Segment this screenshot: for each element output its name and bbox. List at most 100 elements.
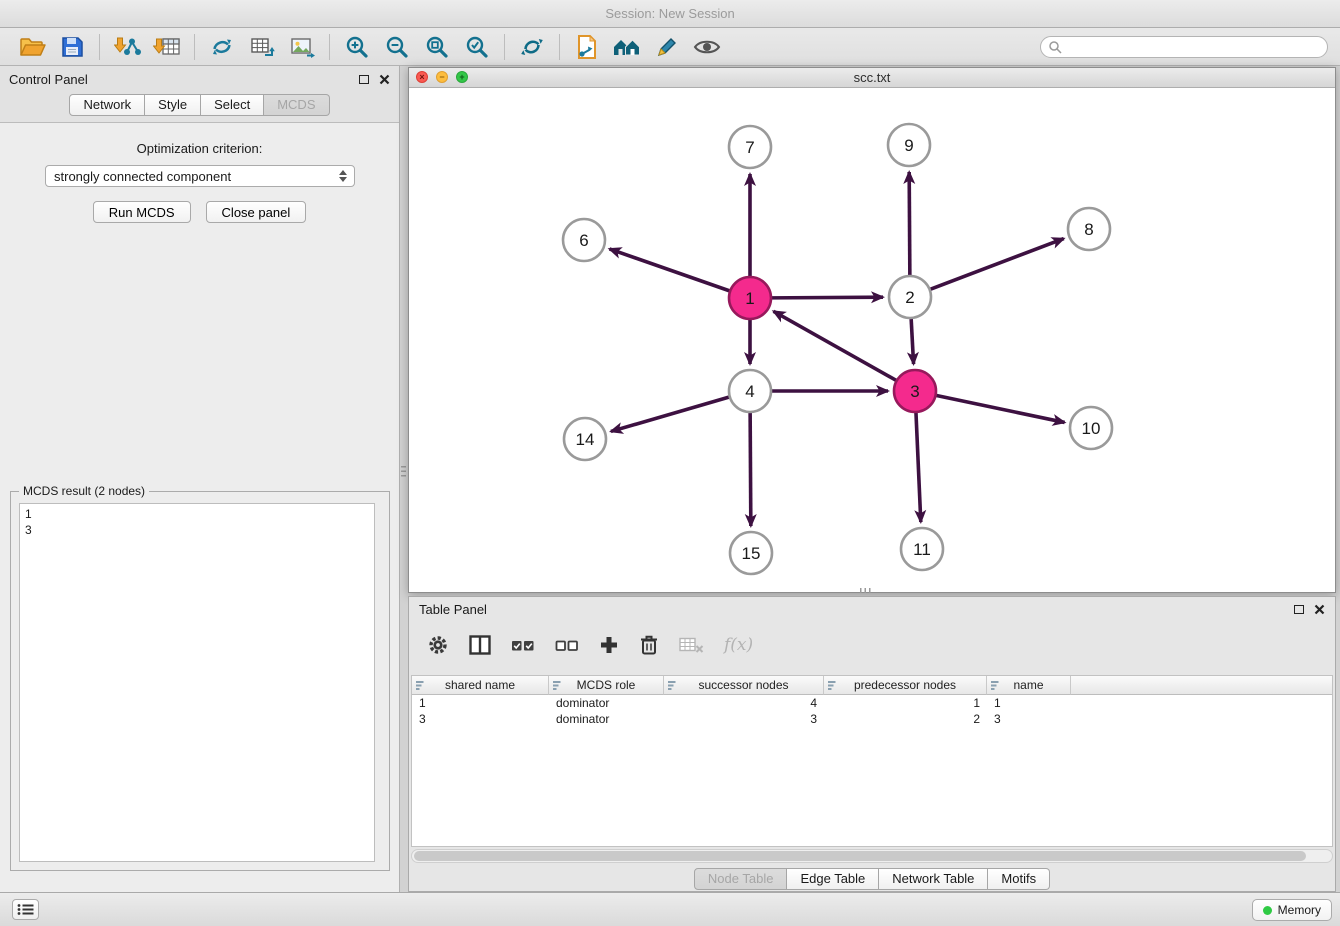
close-panel-button[interactable]: Close panel — [206, 201, 307, 223]
graph-node-6[interactable]: 6 — [563, 219, 605, 261]
cell-successor_nodes[interactable]: 4 — [664, 695, 824, 711]
graph-node-11[interactable]: 11 — [901, 528, 943, 570]
paint-style-button[interactable] — [647, 31, 687, 63]
import-table-button[interactable] — [147, 31, 187, 63]
graph-node-3[interactable]: 3 — [894, 370, 936, 412]
memory-button[interactable]: Memory — [1252, 899, 1332, 921]
function-builder-button[interactable]: f(x) — [724, 635, 753, 655]
column-header-successor_nodes[interactable]: successor nodes — [664, 676, 824, 695]
select-all-columns-button[interactable] — [511, 638, 535, 653]
tab-motifs[interactable]: Motifs — [988, 868, 1050, 890]
graph-edge-4-15[interactable] — [750, 413, 751, 526]
zoom-out-icon — [385, 35, 409, 59]
cell-mcds_role[interactable]: dominator — [549, 695, 664, 711]
export-image-button[interactable] — [282, 31, 322, 63]
graph-node-1[interactable]: 1 — [729, 277, 771, 319]
table-horizontal-scrollbar[interactable] — [411, 849, 1333, 863]
split-columns-button[interactable] — [469, 635, 491, 655]
add-column-button[interactable] — [599, 635, 619, 655]
network-canvas[interactable]: 7 9 6 8 1 2 4 3 14 10 15 11 — [409, 89, 1335, 593]
scrollbar-thumb[interactable] — [414, 851, 1306, 861]
graph-node-label: 1 — [745, 289, 754, 308]
graph-edge-1-2[interactable] — [772, 297, 883, 298]
close-traffic-light[interactable]: × — [416, 71, 428, 83]
graph-edge-2-3[interactable] — [911, 319, 913, 364]
cell-successor_nodes[interactable]: 3 — [664, 711, 824, 727]
control-panel-tabs: NetworkStyleSelectMCDS — [0, 93, 399, 122]
graph-node-2[interactable]: 2 — [889, 276, 931, 318]
optimization-criterion-select[interactable]: strongly connected component — [45, 165, 355, 187]
cell-name[interactable]: 1 — [987, 695, 1071, 711]
graph-edge-2-9[interactable] — [909, 172, 910, 275]
show-details-button[interactable] — [687, 31, 727, 63]
splitter-grip-vertical[interactable] — [401, 466, 406, 478]
splitter-grip-horizontal[interactable] — [860, 588, 872, 593]
tab-select[interactable]: Select — [201, 94, 264, 116]
graph-node-10[interactable]: 10 — [1070, 407, 1112, 449]
graph-edge-2-8[interactable] — [931, 239, 1064, 290]
unselect-all-columns-button[interactable] — [555, 638, 579, 653]
graph-edge-3-11[interactable] — [916, 413, 921, 522]
tab-style[interactable]: Style — [145, 94, 201, 116]
zoom-in-button[interactable] — [337, 31, 377, 63]
float-panel-icon[interactable] — [359, 75, 369, 84]
mcds-result-text[interactable]: 13 — [19, 503, 375, 862]
graph-node-7[interactable]: 7 — [729, 126, 771, 168]
delete-column-button[interactable] — [639, 634, 659, 656]
cell-shared_name[interactable]: 1 — [412, 695, 549, 711]
close-panel-icon[interactable] — [379, 74, 390, 85]
memory-status-dot-icon — [1263, 906, 1272, 915]
graph-node-15[interactable]: 15 — [730, 532, 772, 574]
graph-node-8[interactable]: 8 — [1068, 208, 1110, 250]
graph-edge-3-1[interactable] — [774, 311, 896, 380]
close-panel-icon[interactable] — [1314, 604, 1325, 615]
run-mcds-button[interactable]: Run MCDS — [93, 201, 191, 223]
tab-network-table[interactable]: Network Table — [879, 868, 988, 890]
graph-node-14[interactable]: 14 — [564, 418, 606, 460]
graph-edge-3-10[interactable] — [937, 396, 1065, 423]
zoom-fit-button[interactable] — [417, 31, 457, 63]
tab-network[interactable]: Network — [69, 94, 145, 116]
graph-edge-4-14[interactable] — [611, 397, 729, 431]
zoom-out-button[interactable] — [377, 31, 417, 63]
table-row[interactable]: 1dominator411 — [412, 695, 1332, 711]
node-table: shared nameMCDS rolesuccessor nodesprede… — [411, 675, 1333, 847]
cell-predecessor_nodes[interactable]: 2 — [824, 711, 987, 727]
import-network-button[interactable] — [107, 31, 147, 63]
tab-node-table[interactable]: Node Table — [694, 868, 788, 890]
search-input[interactable] — [1067, 40, 1320, 54]
graph-node-4[interactable]: 4 — [729, 370, 771, 412]
graph-edge-1-6[interactable] — [609, 249, 729, 291]
task-history-button[interactable] — [12, 899, 39, 920]
network-window-title: scc.txt — [854, 70, 891, 85]
table-row[interactable]: 3dominator323 — [412, 711, 1332, 727]
network-graph[interactable]: 7 9 6 8 1 2 4 3 14 10 15 11 — [409, 89, 1335, 593]
cell-predecessor_nodes[interactable]: 1 — [824, 695, 987, 711]
first-neighbors-button[interactable] — [607, 31, 647, 63]
save-session-button[interactable] — [52, 31, 92, 63]
cell-shared_name[interactable]: 3 — [412, 711, 549, 727]
delete-table-button[interactable] — [679, 636, 704, 654]
column-header-predecessor_nodes[interactable]: predecessor nodes — [824, 676, 987, 695]
column-header-name[interactable]: name — [987, 676, 1071, 695]
minimize-traffic-light[interactable]: − — [436, 71, 448, 83]
graph-node-label: 3 — [910, 382, 919, 401]
zoom-selected-button[interactable] — [457, 31, 497, 63]
column-header-mcds_role[interactable]: MCDS role — [549, 676, 664, 695]
graph-node-9[interactable]: 9 — [888, 124, 930, 166]
search-box[interactable] — [1040, 36, 1328, 58]
graph-node-label: 7 — [745, 138, 754, 157]
cell-mcds_role[interactable]: dominator — [549, 711, 664, 727]
maximize-traffic-light[interactable]: + — [456, 71, 468, 83]
column-header-shared_name[interactable]: shared name — [412, 676, 549, 695]
new-network-button[interactable] — [202, 31, 242, 63]
open-file-button[interactable] — [12, 31, 52, 63]
export-network-button[interactable] — [567, 31, 607, 63]
refresh-layout-button[interactable] — [512, 31, 552, 63]
float-panel-icon[interactable] — [1294, 605, 1304, 614]
table-settings-button[interactable] — [427, 634, 449, 656]
tab-edge-table[interactable]: Edge Table — [787, 868, 879, 890]
export-table-button[interactable] — [242, 31, 282, 63]
cell-name[interactable]: 3 — [987, 711, 1071, 727]
tab-mcds[interactable]: MCDS — [264, 94, 329, 116]
